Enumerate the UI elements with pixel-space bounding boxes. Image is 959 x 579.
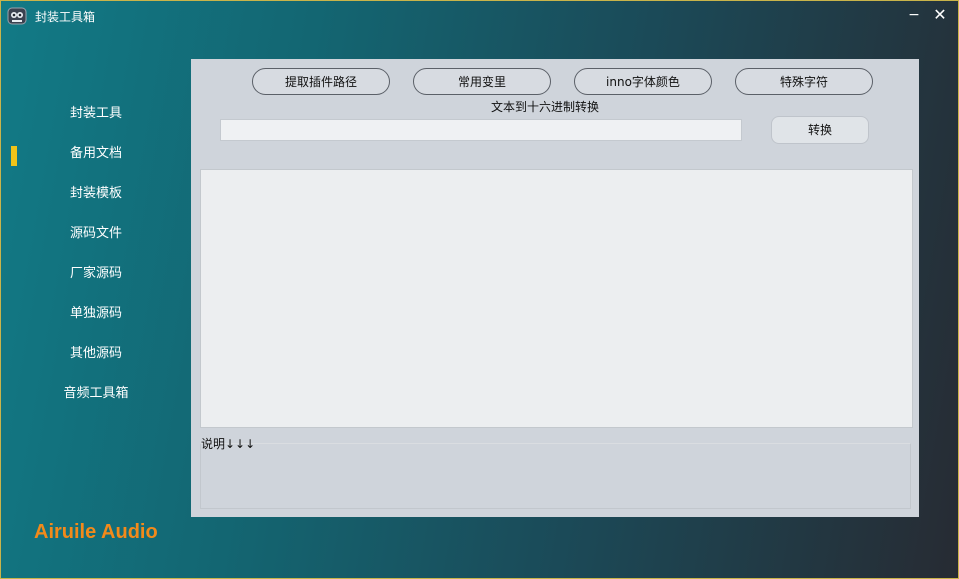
sidebar-item-label: 封装工具 [69,106,122,121]
special-characters-button[interactable]: 特殊字符 [735,68,873,95]
main-panel: 提取插件路径 常用变里 inno字体颜色 特殊字符 文本到十六进制转换 转换 说… [191,59,919,517]
sidebar-item-label: 封装模板 [69,186,122,201]
sidebar-item-label: 单独源码 [69,306,122,321]
sidebar-item-backup-docs[interactable]: 备用文档 [1,136,191,176]
sidebar-item-audio-toolbox[interactable]: 音频工具箱 [1,376,191,416]
close-icon[interactable]: ✕ [932,7,948,23]
sidebar-item-other-source[interactable]: 其他源码 [1,336,191,376]
minimize-icon[interactable]: − [906,7,922,23]
sidebar-item-standalone-source[interactable]: 单独源码 [1,296,191,336]
sidebar-nav: 封装工具 备用文档 封装模板 源码文件 厂家源码 单独源码 其他源码 音频工具箱 [1,96,191,416]
sidebar-item-label: 厂家源码 [69,266,122,281]
notes-box [200,443,911,509]
title-bar: 封装工具箱 − ✕ [1,1,958,31]
window-title: 封装工具箱 [35,10,96,24]
convert-button[interactable]: 转换 [771,116,869,144]
sidebar-item-vendor-source[interactable]: 厂家源码 [1,256,191,296]
hex-converter-label: 文本到十六进制转换 [491,100,600,114]
hex-input-field[interactable] [220,119,742,141]
notes-label: 说明↓↓↓ [201,437,256,451]
common-variables-button[interactable]: 常用变里 [413,68,551,95]
sidebar-item-packaging-templates[interactable]: 封装模板 [1,176,191,216]
extract-plugin-path-button[interactable]: 提取插件路径 [252,68,390,95]
inno-font-color-button[interactable]: inno字体颜色 [574,68,712,95]
app-window: 封装工具箱 − ✕ 封装工具 备用文档 封装模板 源码文件 厂家源码 单独源码 … [0,0,959,579]
brand-logo-text: Airuile Audio [34,521,158,543]
sidebar-item-label: 备用文档 [69,146,122,161]
output-text-area[interactable] [200,169,913,428]
sidebar-item-source-files[interactable]: 源码文件 [1,216,191,256]
sidebar-item-label: 源码文件 [69,226,122,241]
selected-marker [11,146,17,166]
app-logo-icon [7,7,27,25]
sidebar-item-label: 其他源码 [69,346,122,361]
sidebar-item-packaging-tools[interactable]: 封装工具 [1,96,191,136]
sidebar-item-label: 音频工具箱 [63,386,129,401]
